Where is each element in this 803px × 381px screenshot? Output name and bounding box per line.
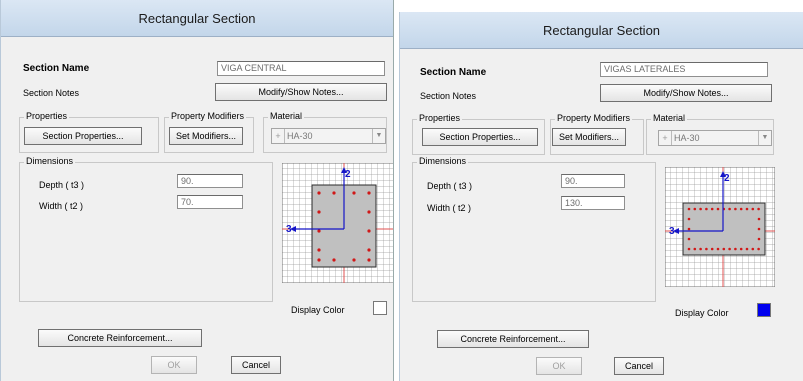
section-properties-button[interactable]: Section Properties... bbox=[422, 128, 538, 146]
property-modifiers-caption: Property Modifiers bbox=[169, 111, 247, 121]
display-color-label: Display Color bbox=[675, 308, 729, 318]
chevron-down-icon[interactable]: ▼ bbox=[758, 131, 771, 145]
display-color-swatch[interactable] bbox=[757, 303, 771, 317]
modify-show-notes-button[interactable]: Modify/Show Notes... bbox=[600, 84, 772, 102]
width-input[interactable]: 130. bbox=[561, 196, 625, 210]
section-properties-button[interactable]: Section Properties... bbox=[24, 127, 142, 145]
display-color-label: Display Color bbox=[291, 305, 345, 315]
section-notes-label: Section Notes bbox=[420, 91, 477, 101]
axis-2-label: 2 bbox=[345, 169, 351, 180]
ok-button[interactable]: OK bbox=[151, 356, 197, 374]
property-modifiers-caption: Property Modifiers bbox=[555, 113, 633, 123]
axis-3-label: 3 bbox=[286, 224, 292, 235]
section-name-input[interactable]: VIGA CENTRAL bbox=[217, 61, 385, 76]
section-notes-label: Section Notes bbox=[23, 88, 80, 98]
material-select[interactable]: + HA-30 ▼ bbox=[271, 128, 386, 144]
material-add-button[interactable]: + bbox=[272, 129, 285, 143]
dimensions-group-caption: Dimensions bbox=[417, 156, 469, 166]
ok-button[interactable]: OK bbox=[536, 357, 582, 375]
cancel-button[interactable]: Cancel bbox=[614, 357, 664, 375]
rectangular-section-dialog-left: Rectangular Section Section Name VIGA CE… bbox=[0, 0, 394, 381]
properties-group-caption: Properties bbox=[417, 113, 463, 123]
material-select[interactable]: + HA-30 ▼ bbox=[658, 130, 772, 146]
material-value: HA-30 bbox=[287, 131, 313, 141]
material-add-button[interactable]: + bbox=[659, 131, 672, 145]
material-value: HA-30 bbox=[674, 133, 700, 143]
concrete-reinforcement-button[interactable]: Concrete Reinforcement... bbox=[38, 329, 202, 347]
depth-input[interactable]: 90. bbox=[561, 174, 625, 188]
set-modifiers-button[interactable]: Set Modifiers... bbox=[552, 128, 626, 146]
properties-group-caption: Properties bbox=[24, 111, 70, 121]
set-modifiers-button[interactable]: Set Modifiers... bbox=[169, 127, 243, 145]
depth-label: Depth ( t3 ) bbox=[39, 180, 85, 190]
material-group-caption: Material bbox=[268, 111, 305, 121]
section-preview-canvas: 2 3 bbox=[282, 163, 393, 283]
axis-2-label: 2 bbox=[724, 173, 730, 184]
chevron-down-icon[interactable]: ▼ bbox=[372, 129, 385, 143]
section-name-input[interactable]: VIGAS LATERALES bbox=[600, 62, 768, 77]
rectangular-section-dialog-right: Rectangular Section Section Name VIGAS L… bbox=[399, 12, 803, 381]
depth-label: Depth ( t3 ) bbox=[427, 181, 473, 191]
section-preview-canvas: 2 3 bbox=[665, 167, 775, 287]
width-input[interactable]: 70. bbox=[177, 195, 243, 209]
display-color-swatch[interactable] bbox=[373, 301, 387, 315]
axis-3-label: 3 bbox=[669, 226, 675, 237]
section-name-label: Section Name bbox=[420, 67, 487, 78]
dialog-title: Rectangular Section bbox=[400, 12, 803, 49]
dimensions-group-caption: Dimensions bbox=[24, 156, 76, 166]
width-label: Width ( t2 ) bbox=[39, 201, 84, 211]
material-group-caption: Material bbox=[651, 113, 688, 123]
section-name-label: Section Name bbox=[23, 63, 90, 74]
concrete-reinforcement-button[interactable]: Concrete Reinforcement... bbox=[437, 330, 589, 348]
width-label: Width ( t2 ) bbox=[427, 203, 472, 213]
dialog-title: Rectangular Section bbox=[1, 0, 393, 37]
modify-show-notes-button[interactable]: Modify/Show Notes... bbox=[215, 83, 387, 101]
depth-input[interactable]: 90. bbox=[177, 174, 243, 188]
cancel-button[interactable]: Cancel bbox=[231, 356, 281, 374]
